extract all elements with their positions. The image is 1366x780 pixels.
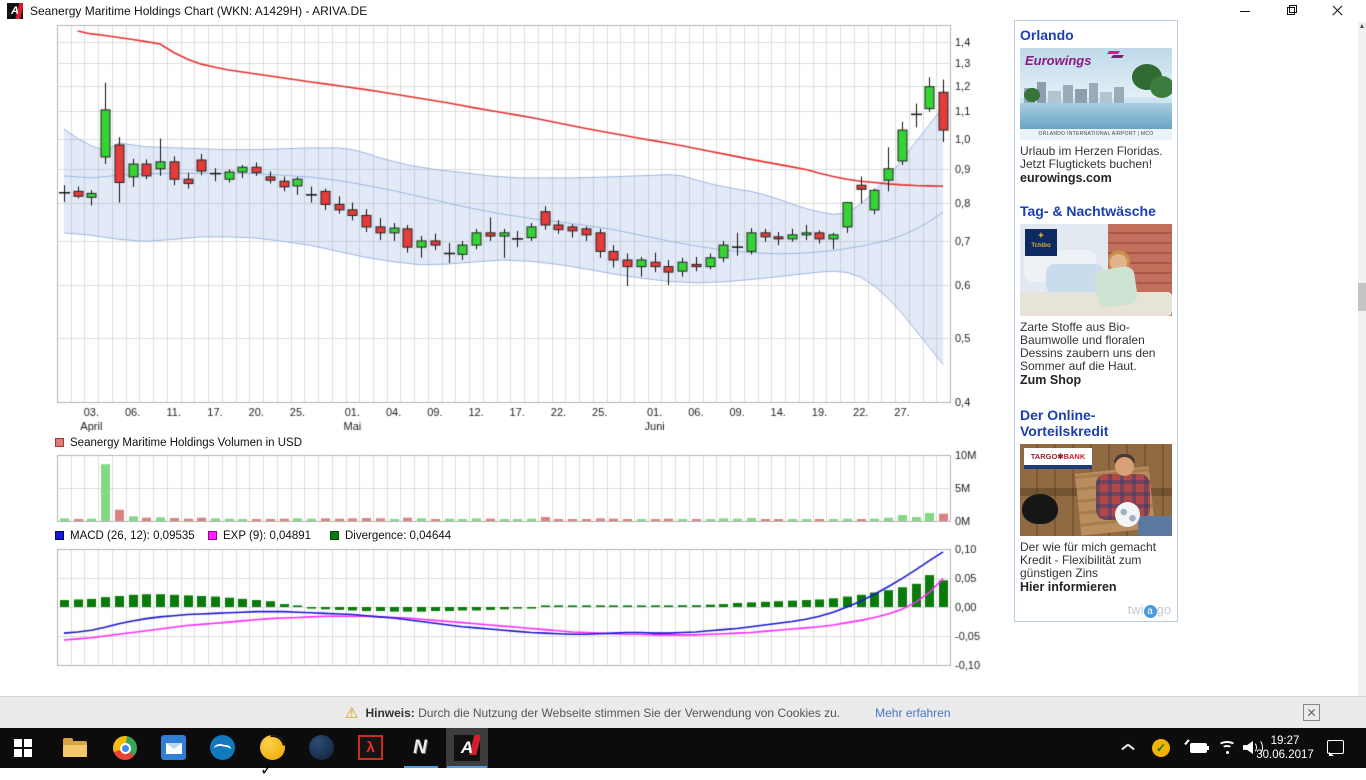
warning-icon: ⚠ [345,704,358,722]
mail-icon[interactable] [161,735,187,761]
macd-legend-exp: EXP (9): 0,04891 [208,530,311,542]
ad-targobank[interactable]: Der Online-Vorteilskredit TARGO✱BANK Der… [1015,401,1177,594]
scrollbar-thumb[interactable] [1358,283,1366,311]
close-button[interactable] [1314,0,1360,22]
ad-cta-link[interactable]: Hier informieren [1020,580,1172,594]
chrome-icon[interactable] [112,735,138,761]
page-scrollbar[interactable]: ▲ ▼ [1358,22,1366,727]
taskbar-clock[interactable]: 19:27 30.06.2017 [1255,734,1315,762]
acrobat-reader-icon[interactable]: λ [358,735,383,760]
cookie-close-button[interactable] [1303,704,1320,721]
ad-cta-link[interactable]: Zum Shop [1020,373,1172,387]
ad-image-orlando[interactable]: Eurowings ORLANDO INTERNATIONAL AIRPORT … [1020,48,1172,140]
ad-column: Orlando Eurowings ORLANDO INTERNATIONAL … [1014,20,1178,622]
openoffice-icon[interactable] [210,735,236,761]
battery-icon[interactable] [1186,728,1212,768]
ad-image-caption: ORLANDO INTERNATIONAL AIRPORT | MCO [1020,129,1172,140]
windows-taskbar: ✓ λ N A ✓ 19:27 30.06.2017 [0,728,1366,768]
clock-time: 19:27 [1255,734,1315,748]
window-title: Seanergy Maritime Holdings Chart (WKN: A… [30,4,367,18]
minimize-button[interactable] [1222,0,1268,22]
restore-button[interactable] [1268,0,1314,22]
steam-icon[interactable] [309,735,335,761]
ad-image-nachtwaesche[interactable]: Tchibo [1020,224,1172,316]
n-app-icon[interactable]: N [407,735,433,761]
ad-orlando[interactable]: Orlando Eurowings ORLANDO INTERNATIONAL … [1015,21,1177,185]
scroll-up-arrow[interactable]: ▲ [1358,22,1366,32]
start-button[interactable] [14,735,40,761]
macd-legend-macd: MACD (26, 12): 0,09535 [55,530,195,542]
ad-cta-link[interactable]: eurowings.com [1020,171,1172,185]
soccer-ball [1115,502,1140,527]
cookie-notice-bar: ⚠ Hinweis: Durch die Nutzung der Webseit… [0,696,1366,728]
grill [1022,494,1058,524]
macd-swatch [55,531,64,540]
volume-legend: Seanergy Maritime Holdings Volumen in US… [55,437,302,449]
stock-chart-canvas [0,22,1010,672]
action-center-icon[interactable] [1327,740,1344,754]
ad-title[interactable]: Tag- & Nachtwäsche [1020,203,1172,219]
ad-title[interactable]: Orlando [1020,27,1172,43]
wifi-icon[interactable] [1216,728,1240,768]
tchibo-logo: Tchibo [1025,229,1057,256]
tray-norton-icon[interactable]: ✓ [1152,739,1170,779]
file-explorer-icon[interactable] [62,735,88,761]
ariva-app-active[interactable]: A [446,728,488,768]
ad-image-kredit[interactable]: TARGO✱BANK [1020,444,1172,536]
cookie-more-link[interactable]: Mehr erfahren [875,706,950,720]
macd-legend-divergence: Divergence: 0,04644 [330,530,451,542]
norton-icon[interactable]: ✓ [260,735,286,761]
ad-tchibo[interactable]: Tag- & Nachtwäsche Tchibo Zarte Stoffe a… [1015,197,1177,387]
exp-swatch [208,531,217,540]
tray-chevron-icon[interactable] [1120,728,1136,768]
ad-title[interactable]: Der Online-Vorteilskredit [1020,407,1172,439]
targobank-logo: TARGO✱BANK [1024,448,1092,465]
volume-legend-swatch [55,438,64,447]
divergence-swatch [330,531,339,540]
eurowings-logo: Eurowings [1025,53,1091,68]
window-titlebar: A Seanergy Maritime Holdings Chart (WKN:… [0,0,1366,22]
clock-date: 30.06.2017 [1255,748,1315,762]
ariva-favicon: A [7,3,23,19]
twiago-watermark: twiago [1128,602,1171,618]
